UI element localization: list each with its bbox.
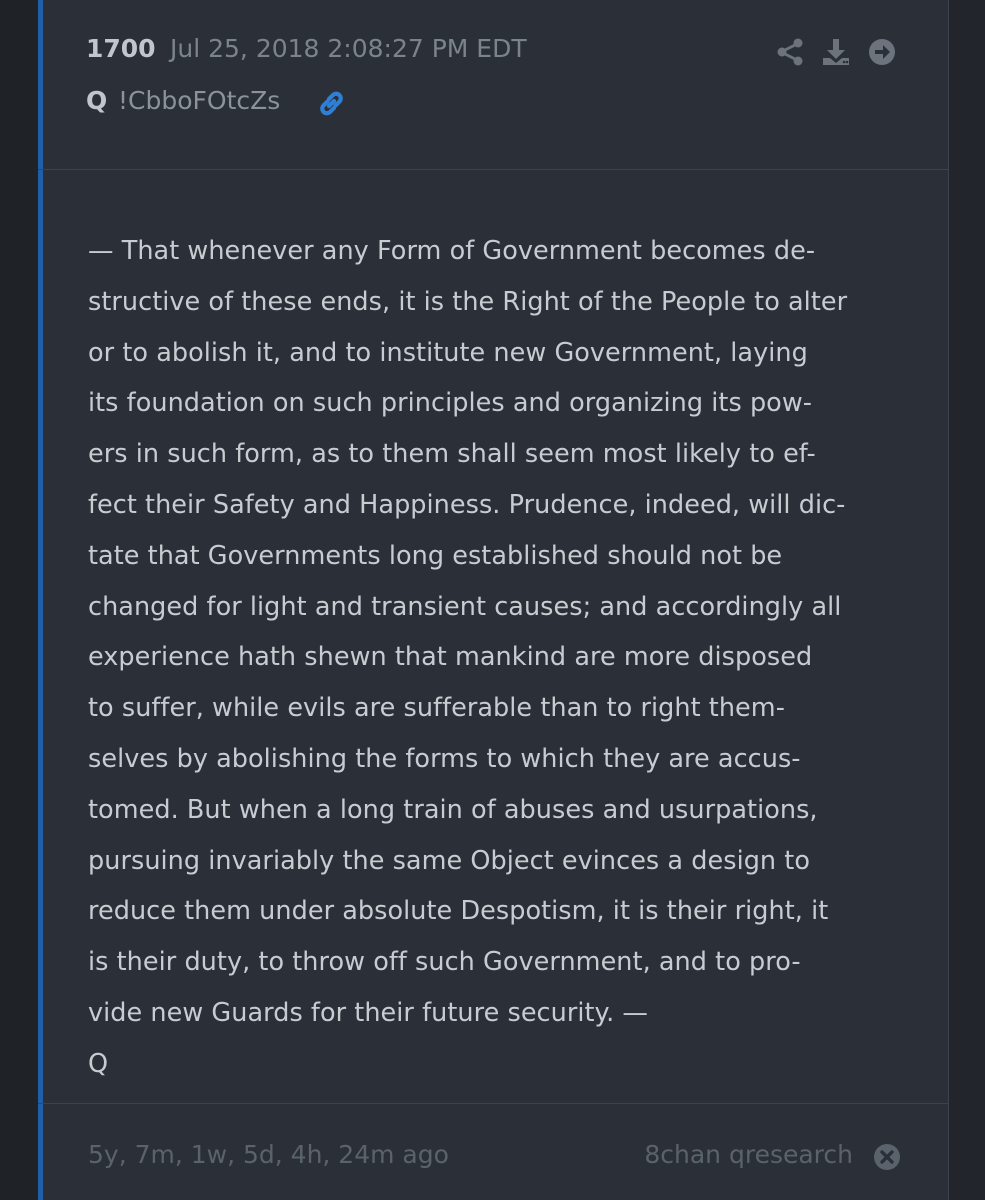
- arrow-right-circle-icon[interactable]: [866, 36, 898, 68]
- download-icon[interactable]: [820, 36, 852, 68]
- author-name: Q: [86, 86, 108, 115]
- post-number[interactable]: 1700: [86, 34, 156, 63]
- post-accent-bar: [38, 0, 43, 1200]
- left-gutter: [0, 0, 38, 1200]
- post-actions: [774, 36, 898, 68]
- share-icon[interactable]: [774, 36, 806, 68]
- author-tripcode: !CbboFOtcZs: [118, 86, 281, 115]
- footer-divider: [38, 1103, 948, 1104]
- header-divider: [38, 169, 948, 170]
- close-circle-icon[interactable]: [872, 1142, 902, 1172]
- post-card: 1700 Jul 25, 2018 2:08:27 PM EDT Q !Cbbo…: [38, 0, 949, 1200]
- right-gutter: [949, 0, 985, 1200]
- relative-time: 5y, 7m, 1w, 5d, 4h, 24m ago: [88, 1140, 449, 1169]
- post-message: — That whenever any Form of Government b…: [88, 236, 848, 1079]
- link-icon[interactable]: [314, 86, 348, 120]
- post-date: Jul 25, 2018 2:08:27 PM EDT: [170, 34, 527, 63]
- post-header: 1700 Jul 25, 2018 2:08:27 PM EDT Q !Cbbo…: [38, 0, 948, 170]
- source-label: 8chan qresearch: [644, 1140, 853, 1169]
